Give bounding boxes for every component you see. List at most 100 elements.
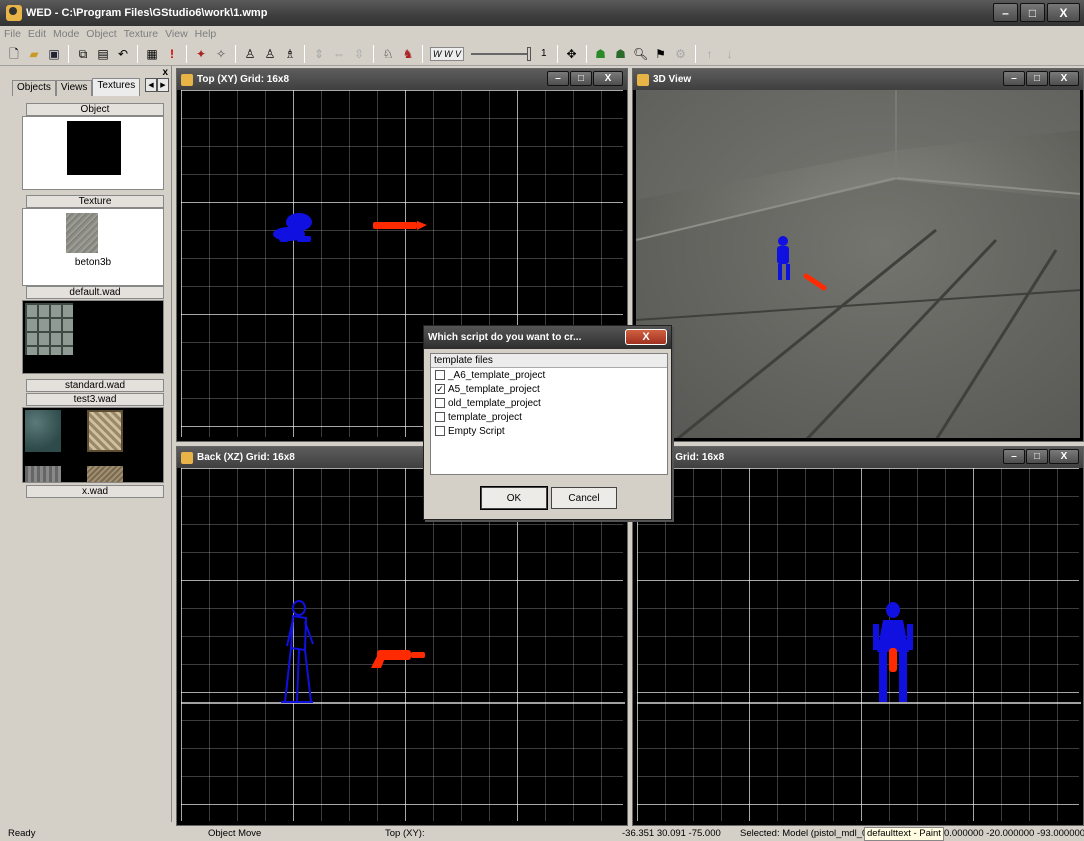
wad-default[interactable]: default.wad xyxy=(26,286,164,299)
texture-tile[interactable] xyxy=(25,410,61,452)
menu-edit[interactable]: Edit xyxy=(28,28,46,40)
open-folder-icon[interactable]: ▰ xyxy=(26,46,42,62)
add-sound-icon[interactable]: ♗ xyxy=(282,46,298,62)
texture-tile[interactable] xyxy=(25,466,61,482)
list-header[interactable]: template files xyxy=(431,354,667,368)
menu-help[interactable]: Help xyxy=(195,28,217,40)
wad-standard[interactable]: standard.wad xyxy=(26,379,164,392)
texture-preview-box[interactable]: beton3b xyxy=(22,208,164,286)
scroll-left-icon[interactable]: ◀ xyxy=(145,78,157,92)
viewport-maximize-button[interactable]: □ xyxy=(1026,449,1048,464)
checkbox[interactable] xyxy=(435,370,445,380)
viewport-minimize-button[interactable]: – xyxy=(1003,71,1025,86)
viewport-minimize-button[interactable]: – xyxy=(1003,449,1025,464)
viewport-grid[interactable] xyxy=(181,468,625,821)
view-checkbox[interactable]: W W V xyxy=(430,46,464,61)
paste-icon[interactable]: ▤ xyxy=(95,46,111,62)
save-icon[interactable]: ▣ xyxy=(46,46,62,62)
tab-objects[interactable]: Objects xyxy=(12,80,56,96)
settings-icon[interactable]: ⚙ xyxy=(673,46,689,62)
slider-thumb[interactable] xyxy=(527,46,531,61)
viewport-grid[interactable] xyxy=(637,468,1081,821)
list-item[interactable]: ✓ A5_template_project xyxy=(431,382,667,396)
close-button[interactable]: X xyxy=(1047,3,1080,22)
pistol-model-back[interactable] xyxy=(371,650,425,668)
save-model-icon[interactable]: ♞ xyxy=(400,46,416,62)
run-icon[interactable]: ☗ xyxy=(613,46,629,62)
player-model-top[interactable] xyxy=(273,213,312,242)
pistol-model-top[interactable] xyxy=(373,221,427,230)
grid-slider[interactable] xyxy=(471,46,531,61)
window-titlebar[interactable]: WED - C:\Program Files\GStudio6\work\1.w… xyxy=(0,0,1084,26)
maximize-button[interactable]: □ xyxy=(1020,3,1045,22)
list-item[interactable]: _A6_template_project xyxy=(431,368,667,382)
viewport-titlebar[interactable]: 3D View – □ X xyxy=(633,69,1083,90)
exclamation-icon[interactable]: ! xyxy=(164,46,180,62)
panel-close-icon[interactable]: x xyxy=(162,67,168,78)
3d-render[interactable] xyxy=(636,90,1080,438)
menu-object[interactable]: Object xyxy=(86,28,116,40)
viewport-close-button[interactable]: X xyxy=(1049,71,1079,86)
texture-tile[interactable] xyxy=(87,410,123,452)
load-icon[interactable]: ♘ xyxy=(380,46,396,62)
checkbox-checked[interactable]: ✓ xyxy=(435,384,445,394)
viewport-close-button[interactable]: X xyxy=(1049,449,1079,464)
list-item[interactable]: old_template_project xyxy=(431,396,667,410)
list-item[interactable]: Empty Script xyxy=(431,424,667,438)
copy-icon[interactable]: ⧉ xyxy=(75,46,91,62)
scale-icon[interactable]: ⇕ xyxy=(311,46,327,62)
cancel-button[interactable]: Cancel xyxy=(551,487,617,509)
player-model-back[interactable] xyxy=(281,600,314,703)
viewport-close-button[interactable]: X xyxy=(593,71,623,86)
viewport-maximize-button[interactable]: □ xyxy=(1026,71,1048,86)
texture-panel: x Objects Views Textures ◀ ▶ Object Text… xyxy=(4,66,172,822)
crosshair-icon[interactable]: ✥ xyxy=(564,46,580,62)
object-preview-box[interactable] xyxy=(22,116,164,190)
zoom-icon[interactable]: 🔍︎ xyxy=(633,46,649,62)
texture-tile[interactable] xyxy=(25,303,73,355)
menu-view[interactable]: View xyxy=(165,28,188,40)
checkbox[interactable] xyxy=(435,398,445,408)
sort-asc-icon[interactable]: ↑ xyxy=(702,46,718,62)
viewport-titlebar[interactable]: (YZ) Grid: 16x8 – □ X xyxy=(633,447,1083,468)
wad-default-preview[interactable] xyxy=(22,300,164,374)
undo-icon[interactable]: ↶ xyxy=(115,46,131,62)
flag-icon[interactable]: ⚑ xyxy=(653,46,669,62)
dialog-titlebar[interactable]: Which script do you want to cr... X xyxy=(424,326,671,349)
list-item[interactable]: template_project xyxy=(431,410,667,424)
sort-desc-icon[interactable]: ↓ xyxy=(722,46,738,62)
minimize-button[interactable]: – xyxy=(993,3,1018,22)
checkbox[interactable] xyxy=(435,426,445,436)
texture-tile[interactable] xyxy=(87,466,123,482)
viewport-minimize-button[interactable]: – xyxy=(547,71,569,86)
dialog-close-button[interactable]: X xyxy=(625,329,667,345)
menu-texture[interactable]: Texture xyxy=(124,28,158,40)
wad-test3-preview[interactable] xyxy=(22,407,164,483)
side-viewport[interactable]: (YZ) Grid: 16x8 – □ X xyxy=(632,446,1084,826)
tab-textures[interactable]: Textures xyxy=(92,78,141,96)
viewport-maximize-button[interactable]: □ xyxy=(570,71,592,86)
ok-button[interactable]: OK xyxy=(480,486,548,510)
pistol-model-side[interactable] xyxy=(889,648,897,672)
menu-mode[interactable]: Mode xyxy=(53,28,79,40)
viewport-title: Top (XY) Grid: 16x8 xyxy=(197,74,290,85)
add-object-icon[interactable]: ♙ xyxy=(242,46,258,62)
wad-test3[interactable]: test3.wad xyxy=(26,393,164,406)
rotate-object-icon[interactable]: ✧ xyxy=(213,46,229,62)
mirror-icon[interactable]: ⇔ xyxy=(331,46,347,62)
add-light-icon[interactable]: ♙ xyxy=(262,46,278,62)
tab-views[interactable]: Views xyxy=(55,80,93,96)
move-object-icon[interactable]: ✦ xyxy=(193,46,209,62)
scroll-right-icon[interactable]: ▶ xyxy=(157,78,169,92)
viewport-controls: – □ X xyxy=(547,71,623,86)
new-file-icon[interactable]: 🗋 xyxy=(6,46,22,62)
flip-icon[interactable]: ⇳ xyxy=(351,46,367,62)
template-list[interactable]: template files _A6_template_project ✓ A5… xyxy=(430,353,668,475)
wad-x[interactable]: x.wad xyxy=(26,485,164,498)
checkbox[interactable] xyxy=(435,412,445,422)
menu-file[interactable]: File xyxy=(4,28,21,40)
viewport-titlebar[interactable]: Top (XY) Grid: 16x8 – □ X xyxy=(177,69,627,90)
3d-viewport[interactable]: 3D View – □ X xyxy=(632,68,1084,442)
build-icon[interactable]: ☗ xyxy=(593,46,609,62)
film-icon[interactable]: ▦ xyxy=(144,46,160,62)
